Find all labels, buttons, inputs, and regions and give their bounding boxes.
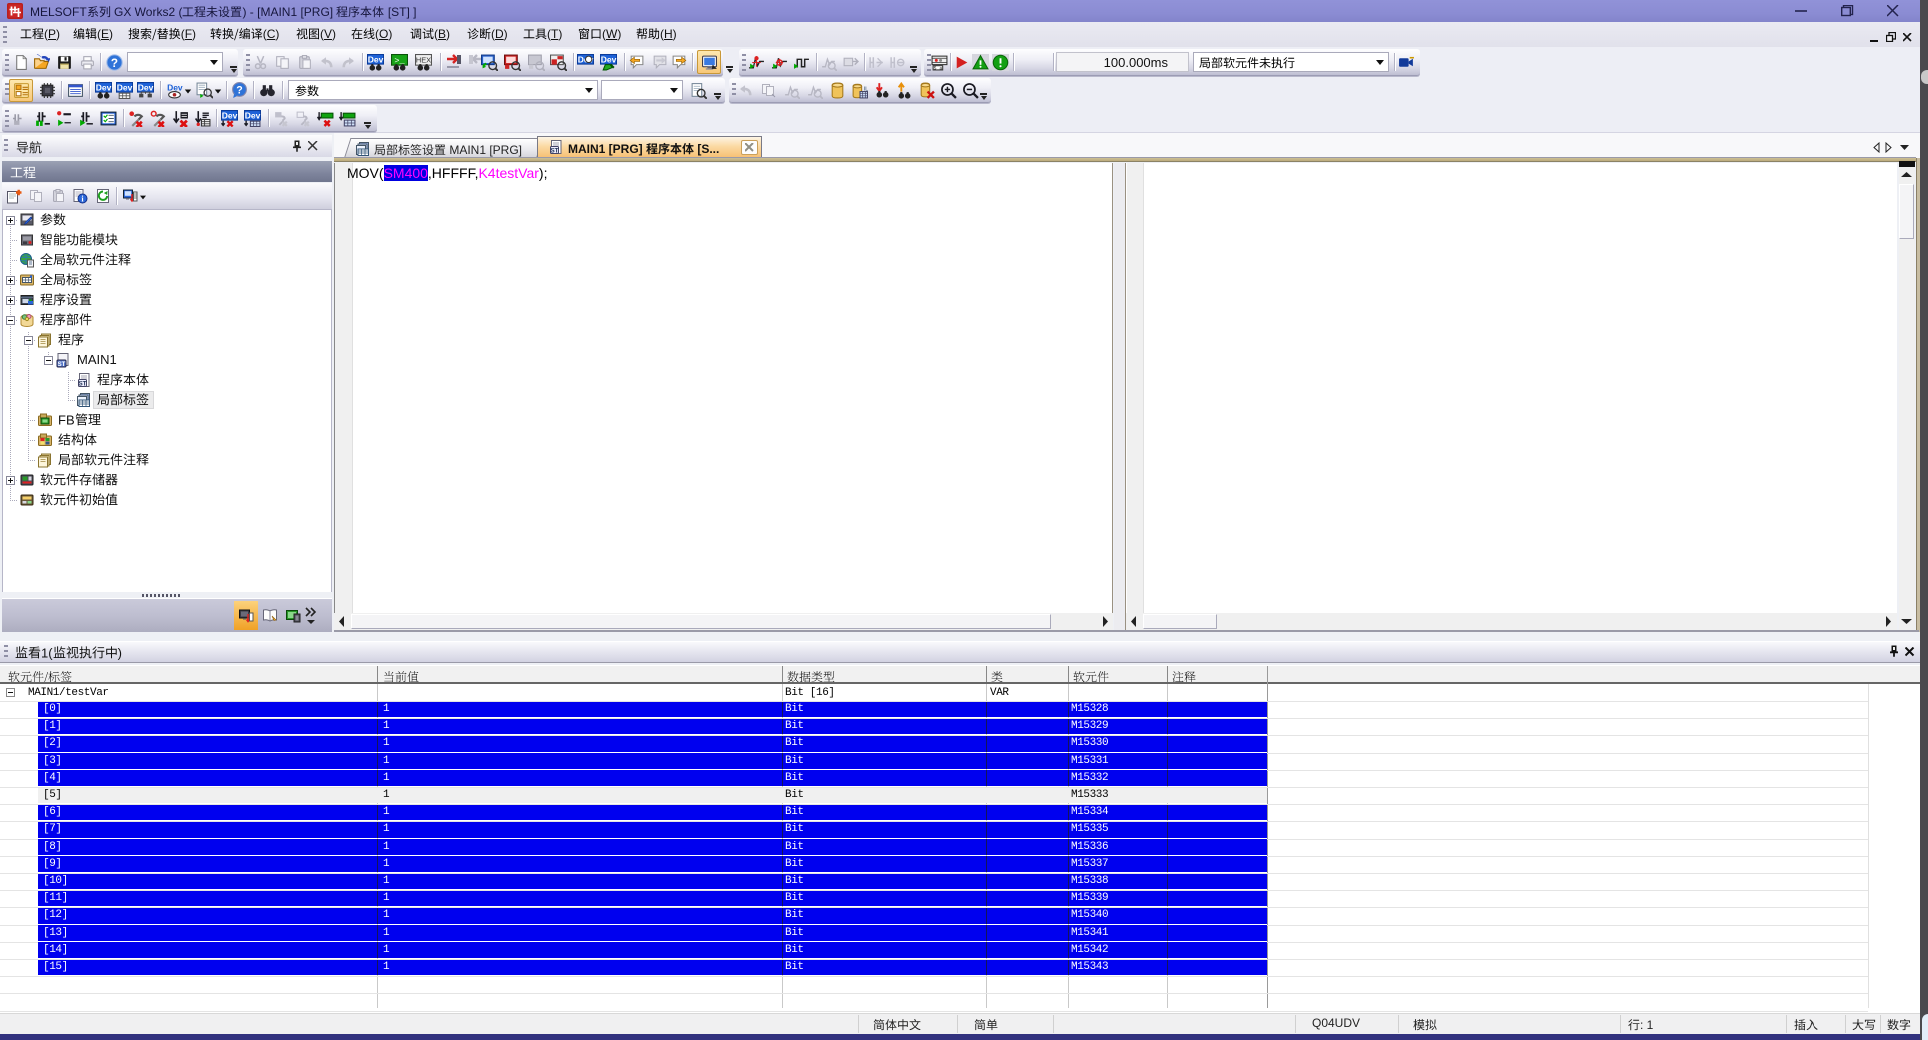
svg-text:Dev: Dev [138,83,154,93]
svg-text:?: ? [111,57,118,70]
svg-text:ST: ST [550,147,558,154]
svg-text:Dev: Dev [601,55,617,65]
svg-text:Dev: Dev [96,83,112,93]
svg-text:Dev: Dev [245,111,261,121]
svg-text:IL: IL [864,87,868,93]
svg-text:ST: ST [78,380,86,387]
svg-text:5_a: 5_a [934,66,943,71]
svg-text:Dev: Dev [368,55,384,65]
svg-text:Dev: Dev [222,111,238,121]
svg-text:Dev: Dev [117,83,133,93]
svg-text:?: ? [236,85,242,97]
svg-text:Dev: Dev [167,83,183,93]
svg-text:ST: ST [58,362,66,368]
svg-text:HEX: HEX [416,56,431,65]
